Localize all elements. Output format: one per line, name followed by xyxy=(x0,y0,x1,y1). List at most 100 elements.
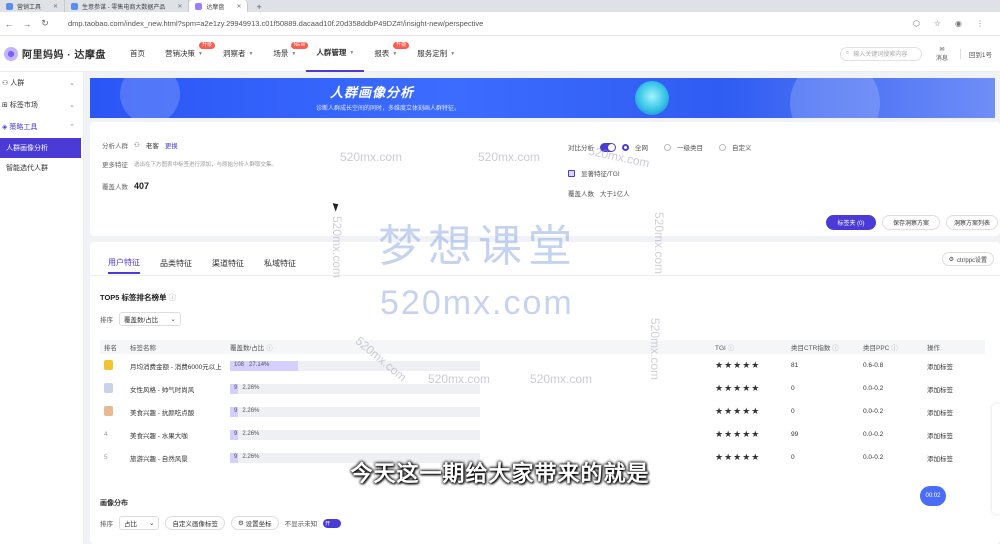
close-icon[interactable]: ✕ xyxy=(53,3,58,10)
nav-home[interactable]: 首页 xyxy=(120,36,155,72)
sort-select[interactable]: 覆盖数/占比 ⌄ xyxy=(119,312,181,326)
nav-label: 洞察者 xyxy=(222,49,246,58)
ctr-ppc-settings-button[interactable]: ⚙ ctr/ppc设置 xyxy=(941,252,994,266)
radio-all-network[interactable] xyxy=(622,143,629,151)
browser-tab[interactable]: 营销工具 ✕ xyxy=(0,0,66,12)
radio-custom[interactable] xyxy=(719,143,726,151)
nav-report[interactable]: 报表 ▼ 升级 xyxy=(364,36,410,72)
set-axis-button[interactable]: ⚙ 设置坐标 xyxy=(230,516,279,530)
nav-service[interactable]: 服务定制 ▼ xyxy=(407,36,465,72)
field-label: 覆盖人数 xyxy=(568,191,594,198)
sidebar-item-tag-market[interactable]: ⊞ 标签市场 ⌄ xyxy=(0,94,83,116)
help-icon[interactable]: ⓘ xyxy=(169,293,177,302)
coverage-count: 9 xyxy=(234,430,238,437)
back-home-link[interactable]: 回到1号 xyxy=(959,48,992,59)
sidebar-subitem-crowd-portrait[interactable]: 人群画像分析 xyxy=(0,138,81,158)
add-tag-link[interactable]: 添加标签 xyxy=(923,400,985,423)
button-label: 设置坐标 xyxy=(245,521,272,528)
nav-marketing[interactable]: 营销决策 ▼ 升级 xyxy=(155,36,215,72)
radio-level1-category[interactable] xyxy=(664,143,671,151)
tgi-stars: ★★★★★ xyxy=(715,383,761,393)
logo[interactable]: 阿里妈妈 · 达摩盘 xyxy=(0,46,110,61)
sidebar-item-label: 策略工具 xyxy=(9,124,38,131)
tgi-checkbox[interactable] xyxy=(568,169,575,177)
ctr-cell: 81 xyxy=(791,362,799,369)
browser-tab[interactable]: 生意参谋 - 零售电商大数据产品 ✕ xyxy=(65,0,190,12)
help-icon[interactable]: ⓘ xyxy=(266,345,273,352)
plan-list-button[interactable]: 洞察方案列表 xyxy=(946,215,998,230)
cover2-value: 大于1亿人 xyxy=(600,191,630,198)
column-header: 覆盖数/占比 ⓘ xyxy=(226,340,711,354)
distribution-sort-select[interactable]: 占比 ⌄ xyxy=(119,516,160,530)
tab-label: 营销工具 xyxy=(17,4,42,11)
nav-insight[interactable]: 洞察者 ▼ xyxy=(213,36,263,72)
more-features-row: 更多特征 选出在下方图表中标签进行添加，与原始分析人群取交集。 xyxy=(102,159,277,169)
change-crowd-link[interactable]: 更换 xyxy=(165,140,178,150)
radio-label: 一级类目 xyxy=(677,145,703,152)
save-plan-button[interactable]: 保存洞察方案 xyxy=(882,215,940,230)
analysis-crowd-row: 分析人群 ⚇ 老客 更换 xyxy=(102,140,178,150)
help-icon[interactable]: ⓘ xyxy=(728,345,735,352)
feature-tabs: 用户特征 品类特征 渠道特征 私域特征 xyxy=(108,252,296,274)
add-tag-link[interactable]: 添加标签 xyxy=(923,446,985,469)
coverage-label: 9 2.26% xyxy=(234,385,259,391)
tab-channel-features[interactable]: 渠道特征 xyxy=(212,252,244,274)
menu-dots-icon[interactable]: ⋮ xyxy=(976,19,984,28)
coverage-bar: 9 2.26% xyxy=(230,383,480,394)
coverage-bar: 108 27.14% xyxy=(230,360,480,371)
sidebar-subitem-smart-crowd[interactable]: 智能选代人群 xyxy=(0,158,81,178)
coverage-bar: 9 2.26% xyxy=(230,429,480,440)
tag-folder-button[interactable]: 标签夹 (0) xyxy=(826,215,876,230)
add-tag-link[interactable]: 添加标签 xyxy=(923,377,985,400)
coverage-pct: 2.26% xyxy=(242,384,260,391)
tab-category-features[interactable]: 品类特征 xyxy=(160,252,192,274)
tab-private-features[interactable]: 私域特征 xyxy=(264,252,296,274)
back-arrow-icon[interactable]: ← xyxy=(0,19,18,29)
url-field[interactable]: dmp.taobao.com/index_new.html?spm=a2e1zy… xyxy=(68,16,628,32)
help-icon[interactable]: ⓘ xyxy=(891,345,898,352)
field-label: 分析人群 xyxy=(102,143,128,150)
extension-icon[interactable]: ⬡ xyxy=(913,19,920,28)
app-header: 阿里妈妈 · 达摩盘 首页 营销决策 ▼ 升级 洞察者 ▼ 场景 ▼ NEW 人群管理 ▼ … xyxy=(0,36,1000,72)
nav-crowd-management[interactable]: 人群管理 ▼ xyxy=(306,36,365,72)
compare-row: 对比分析 全网 一级类目 自定义 xyxy=(568,142,752,152)
sidebar-item-crowd[interactable]: ⚇ 人群 ⌄ xyxy=(0,72,83,94)
tab-favicon-icon xyxy=(71,2,79,10)
sort-select-value: 覆盖数/占比 xyxy=(124,317,159,324)
chevron-down-icon: ▼ xyxy=(248,50,254,57)
side-floating-panel[interactable] xyxy=(992,404,1000,514)
sidebar-item-strategy-tools[interactable]: ◈ 策略工具 ⌃ xyxy=(0,116,83,138)
add-tag-link[interactable]: 添加标签 xyxy=(923,423,985,446)
reload-icon[interactable]: ↻ xyxy=(36,18,54,29)
close-icon[interactable]: ✕ xyxy=(177,3,182,10)
chevron-down-icon: ⌄ xyxy=(69,102,75,109)
bookmark-star-icon[interactable]: ☆ xyxy=(934,19,941,28)
tab-user-features[interactable]: 用户特征 xyxy=(108,252,140,274)
nav-label: 服务定制 xyxy=(417,49,448,58)
header-search-input[interactable]: ⌕ 输入关键词搜索内容 xyxy=(839,46,922,61)
close-icon[interactable]: ✕ xyxy=(236,3,241,10)
hide-unknown-toggle[interactable]: 开 xyxy=(323,518,342,528)
coverage-count: 9 xyxy=(234,407,238,414)
nav-scene[interactable]: 场景 ▼ NEW xyxy=(263,36,309,72)
browser-tab-active[interactable]: 达摩盘 ✕ xyxy=(189,0,249,12)
cover2-row: 覆盖人数 大于1亿人 xyxy=(568,188,630,198)
add-tag-link[interactable]: 添加标签 xyxy=(923,354,985,377)
help-icon[interactable]: ⓘ xyxy=(832,345,839,352)
forward-arrow-icon[interactable]: → xyxy=(18,19,36,29)
banner-subtitle: 诊断人群成长空间的同时，多维度立体刻画人群特征。 xyxy=(316,106,461,112)
ctr-cell: 0 xyxy=(791,408,795,415)
compare-toggle[interactable] xyxy=(600,142,616,152)
message-button[interactable]: ✉ 消息 xyxy=(936,46,948,62)
coverage-count: 108 xyxy=(234,361,245,368)
column-header: 类目PPC ⓘ xyxy=(859,340,923,354)
radio-label: 全网 xyxy=(635,145,648,152)
profile-icon[interactable]: ◉ xyxy=(955,19,962,28)
cover-count-value: 407 xyxy=(134,181,150,191)
tag-name-cell: 旅游兴趣 - 自然风景 xyxy=(130,455,188,463)
top5-table: 排名 标签名称 覆盖数/占比 ⓘ TGI ⓘ 类目CTR指数 ⓘ 类目PPC ⓘ… xyxy=(100,340,985,469)
robot-illustration-icon xyxy=(635,81,669,115)
custom-portrait-tag-button[interactable]: 自定义画像标签 xyxy=(165,516,225,530)
new-tab-icon[interactable]: + xyxy=(248,2,269,12)
floating-timer-badge[interactable]: 00:02 xyxy=(920,486,946,506)
